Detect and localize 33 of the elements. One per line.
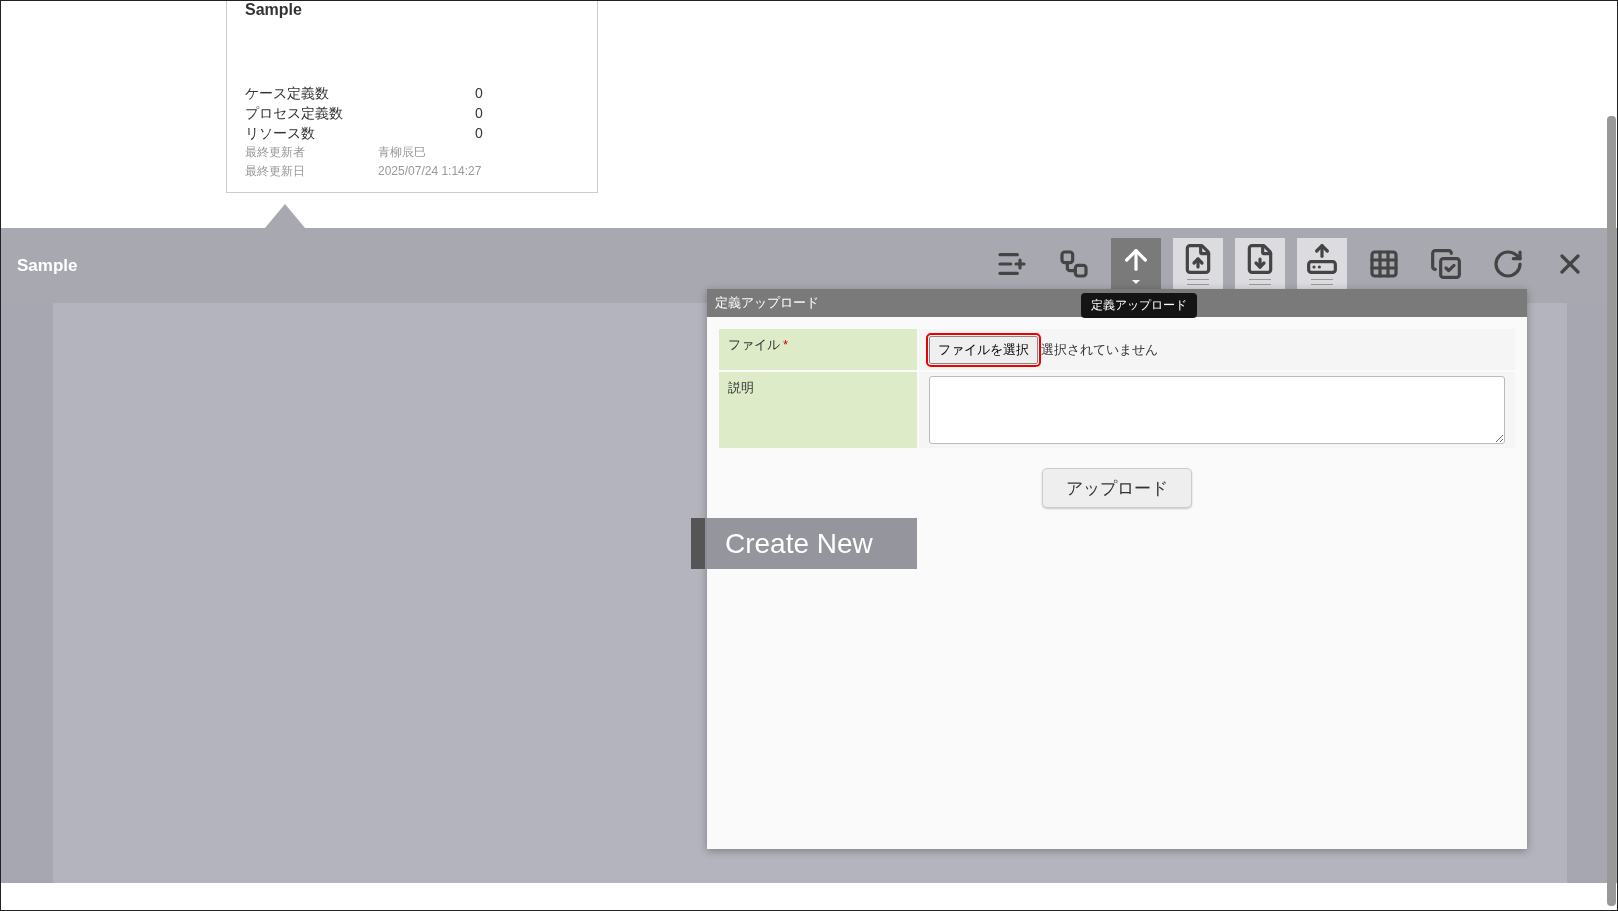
bars-icon — [1249, 279, 1271, 285]
stat-value: 0 — [475, 124, 483, 143]
meta-value: 青柳辰巳 — [378, 144, 426, 161]
stat-label: ケース定義数 — [245, 84, 330, 103]
toolbar-button[interactable] — [1235, 238, 1285, 290]
stat-label: プロセス定義数 — [245, 104, 344, 123]
card-title: Sample — [245, 1, 303, 20]
scrollbar[interactable] — [1607, 116, 1616, 906]
stat-value: 0 — [475, 84, 483, 103]
upload-button[interactable]: アップロード — [1042, 468, 1192, 508]
bars-icon — [1187, 279, 1209, 285]
caret-icon — [1132, 280, 1140, 284]
meta-label: 最終更新日 — [245, 163, 306, 180]
toolbar-button[interactable] — [1297, 238, 1347, 290]
choose-file-button[interactable]: ファイルを選択 — [929, 335, 1038, 364]
drive-upload-icon — [1306, 243, 1338, 275]
tooltip: 定義アップロード — [1081, 293, 1197, 318]
grid-icon — [1368, 248, 1400, 280]
workflow-icon — [1058, 248, 1090, 280]
meta-value: 2025/07/24 1:14:27 — [378, 163, 482, 180]
toolbar-button[interactable] — [1111, 238, 1161, 290]
header-title: Sample — [17, 255, 79, 276]
field-label: ファイル * — [719, 329, 917, 370]
copy-check-icon — [1430, 248, 1462, 280]
meta-label: 最終更新者 — [245, 144, 306, 161]
reload-icon — [1492, 248, 1524, 280]
toolbar-button[interactable] — [1173, 238, 1223, 290]
required-mark: * — [783, 337, 789, 352]
field-label: 説明 — [719, 372, 917, 448]
stat-label: リソース数 — [245, 124, 316, 143]
file-status: 選択されていません — [1041, 340, 1158, 359]
stat-value: 0 — [475, 104, 483, 123]
bars-icon — [1311, 279, 1333, 285]
